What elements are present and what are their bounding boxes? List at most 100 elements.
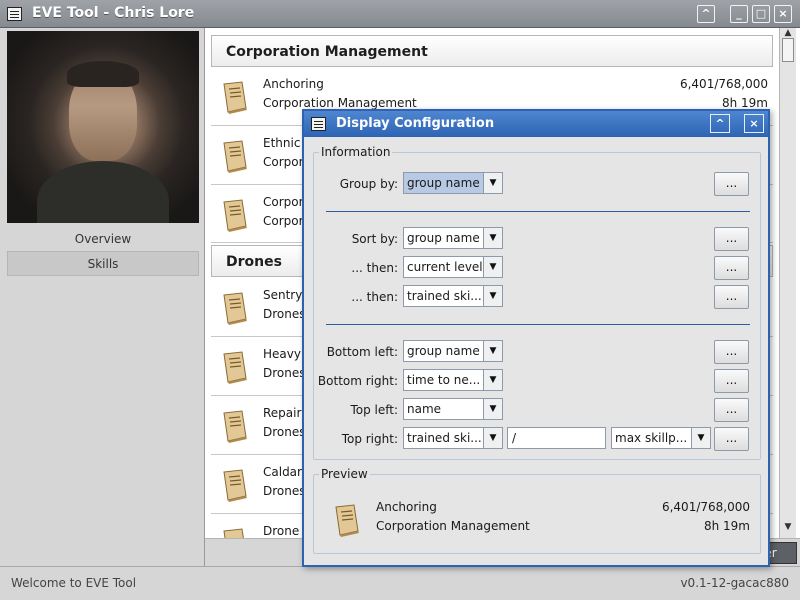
chevron-down-icon: ▼ [483,370,502,390]
skill-name: Heavy [263,347,301,361]
top-right-options-button[interactable]: ... [714,427,749,451]
sort-by-label: Sort by: [351,232,398,246]
vertical-scrollbar[interactable]: ▲ ▼ [779,28,796,538]
scroll-down-icon[interactable]: ▼ [782,522,794,534]
then-sort-select[interactable]: current level ▼ [403,256,503,278]
window-menu-icon[interactable] [7,7,22,21]
bottom-right-select[interactable]: time to ne... ▼ [403,369,503,391]
chevron-down-icon: ▼ [483,286,502,306]
chevron-down-icon: ▼ [483,341,502,361]
skillbook-icon [223,81,247,114]
minimize-button[interactable]: _ [730,5,748,23]
top-left-value: name [407,402,442,416]
then-sort-value: trained ski... [407,289,482,303]
shade-button[interactable]: ^ [697,5,715,23]
sidebar-item-overview[interactable]: Overview [7,227,199,252]
sort-by-value: group name [407,231,480,245]
information-legend: Information [319,145,393,159]
information-group: Information Group by: group name ▼ ... S… [313,145,761,460]
skillbook-icon [223,140,247,173]
top-right-second-select[interactable]: max skillp... ▼ [611,427,711,449]
group-by-value: group name [407,176,480,190]
separator [326,324,750,325]
top-right-separator-input[interactable]: / [507,427,606,449]
skillbook-icon [223,528,244,538]
skill-name: Sentry [263,288,303,302]
skill-time: 8h 19m [721,96,768,110]
skill-name: Corpor [263,195,304,209]
scroll-thumb[interactable] [782,38,794,62]
skill-name: Ethnic [263,136,301,150]
top-right-value: trained ski... [407,431,482,445]
version-label: v0.1-12-gacac880 [680,576,789,590]
dialog-close-button[interactable]: × [744,114,764,133]
top-left-options-button[interactable]: ... [714,398,749,422]
skill-name: Caldar [263,465,302,479]
chevron-down-icon: ▼ [483,173,502,193]
skillbook-icon [223,469,247,502]
group-by-select[interactable]: group name ▼ [403,172,503,194]
skill-group: Drones [263,366,306,380]
maximize-button[interactable]: □ [752,5,770,23]
skill-group: Corpor [263,214,304,228]
preview-skill-time: 8h 19m [703,519,750,533]
top-right-select[interactable]: trained ski... ▼ [403,427,503,449]
skillbook-icon [223,410,247,443]
skillbook-icon [223,199,247,232]
then-label: ... then: [351,261,398,275]
skill-group: Corpor [263,155,304,169]
dialog-title: Display Configuration [336,116,495,131]
skill-name: Repair [263,406,302,420]
bottom-left-label: Bottom left: [326,345,398,359]
top-right-label: Top right: [341,432,398,446]
skillbook-icon [335,504,359,537]
skill-points: 6,401/768,000 [679,77,768,91]
skillbook-icon [223,351,247,384]
display-configuration-dialog: Display Configuration ^ × Information Gr… [302,109,770,567]
dialog-shade-button[interactable]: ^ [710,114,730,133]
preview-skill-points: 6,401/768,000 [661,500,750,514]
group-header-corporation-management[interactable]: Corporation Management [211,35,773,67]
group-by-options-button[interactable]: ... [714,172,749,196]
bottom-left-options-button[interactable]: ... [714,340,749,364]
sidebar: Overview Skills [0,28,205,566]
preview-legend: Preview [319,467,370,481]
window-title: EVE Tool - Chris Lore [32,5,195,21]
main-title-bar: EVE Tool - Chris Lore ^ _ □ × [0,0,800,28]
bottom-right-options-button[interactable]: ... [714,369,749,393]
top-right-second-value: max skillp... [615,431,688,445]
separator [326,211,750,212]
bottom-right-value: time to ne... [407,373,481,387]
skill-group: Corporation Management [263,96,417,110]
skillbook-icon [223,292,247,325]
group-by-label: Group by: [339,177,398,191]
group-header-label: Corporation Management [226,44,428,60]
status-bar: Welcome to EVE Tool v0.1-12-gacac880 [0,566,800,600]
chevron-down-icon: ▼ [483,428,502,448]
chevron-down-icon: ▼ [483,257,502,277]
dialog-title-bar[interactable]: Display Configuration ^ × [304,111,768,137]
skill-group: Drones [263,307,306,321]
chevron-down-icon: ▼ [691,428,710,448]
then-sort-options-button[interactable]: ... [714,285,749,309]
preview-group: Preview Anchoring Corporation Management… [313,467,761,554]
skill-name: Anchoring [263,77,324,91]
then-sort-select[interactable]: trained ski... ▼ [403,285,503,307]
skill-name: Drone [263,524,300,538]
top-left-label: Top left: [350,403,398,417]
sidebar-item-skills[interactable]: Skills [7,251,199,276]
dialog-menu-icon[interactable] [311,117,326,131]
skill-group: Drones [263,425,306,439]
bottom-left-select[interactable]: group name ▼ [403,340,503,362]
character-portrait [7,31,199,223]
sort-by-options-button[interactable]: ... [714,227,749,251]
close-button[interactable]: × [774,5,792,23]
status-message: Welcome to EVE Tool [11,576,137,590]
group-header-label: Drones [226,254,282,270]
then-sort-options-button[interactable]: ... [714,256,749,280]
top-left-select[interactable]: name ▼ [403,398,503,420]
preview-skill-group: Corporation Management [376,519,530,533]
sort-by-select[interactable]: group name ▼ [403,227,503,249]
preview-skill-name: Anchoring [376,500,437,514]
bottom-left-value: group name [407,344,480,358]
